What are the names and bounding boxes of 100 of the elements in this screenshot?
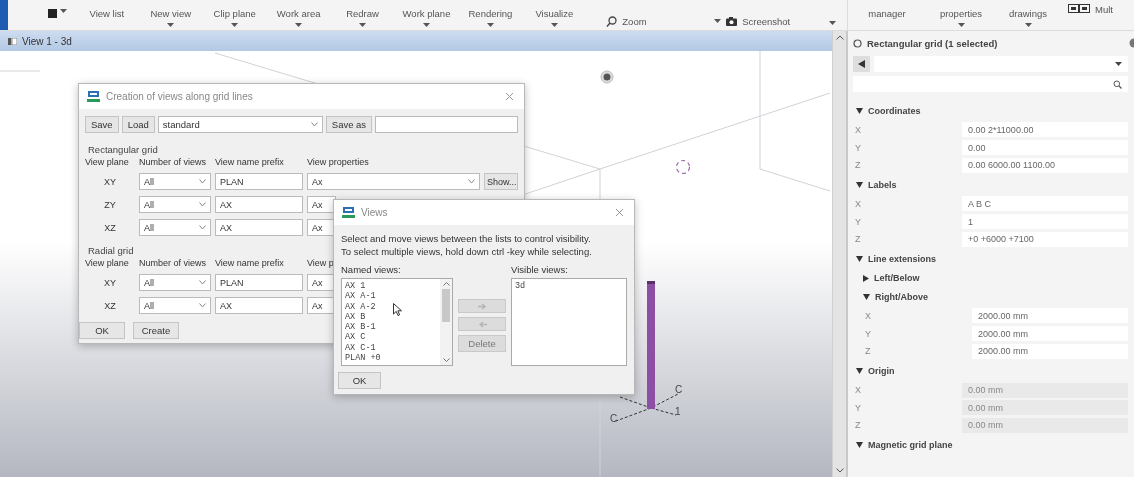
section-header[interactable]: Left/Below — [863, 270, 1134, 287]
property-value[interactable]: +0 +6000 +7100 — [962, 231, 1128, 247]
load-button[interactable]: Load — [121, 116, 155, 133]
list-item[interactable]: AX B — [344, 311, 438, 323]
close-button[interactable] — [613, 206, 626, 219]
chevron-down-icon — [468, 179, 475, 184]
toolbar-button[interactable]: Visualize — [522, 0, 587, 30]
help-icon — [1129, 38, 1134, 48]
grid-object-icon — [853, 38, 862, 48]
section-header[interactable]: Line extensions — [856, 251, 1134, 268]
prefix-field[interactable]: AX — [215, 297, 303, 314]
column-header: Number of views — [139, 258, 207, 268]
property-value: 0.00 mm — [962, 400, 1128, 416]
search-field[interactable] — [853, 76, 1128, 92]
column-header: View name prefix — [215, 157, 284, 167]
view-icon — [8, 37, 17, 45]
chevron-down-icon — [199, 303, 206, 308]
list-item[interactable]: AX A-1 — [344, 291, 438, 302]
property-value[interactable]: 2000.00 mm — [972, 308, 1128, 324]
mult-button[interactable]: Mult — [1060, 0, 1113, 30]
app-icon — [87, 91, 100, 102]
zoom-button[interactable]: Zoom — [586, 0, 707, 30]
count-dropdown[interactable]: All — [139, 297, 211, 314]
instruction-text: To select multiple views, hold down ctrl -key while selecting. — [341, 245, 593, 258]
property-label: Z — [864, 346, 872, 357]
search-icon — [606, 15, 618, 27]
square-icon — [47, 9, 57, 18]
prefix-field[interactable]: AX — [215, 219, 303, 236]
property-label: X — [864, 310, 872, 321]
property-value[interactable]: 0.00 2*11000.00 — [962, 122, 1128, 138]
toolbar-button[interactable]: Rendering — [458, 0, 523, 30]
section-title: Radial grid — [88, 245, 134, 256]
count-dropdown[interactable]: All — [139, 196, 211, 213]
list-item[interactable]: 3d — [514, 281, 624, 292]
chevron-down-icon — [310, 122, 318, 127]
scrollbar[interactable] — [440, 279, 452, 365]
create-button[interactable]: Create — [133, 322, 179, 339]
toolbar-button[interactable]: manager — [848, 0, 926, 30]
circle-dot-icon — [600, 70, 614, 84]
named-views-list[interactable]: AX 1 AX A-1 AX A-2 AX B AX B-1 AX C AX C-1 PLAN +0 — [341, 278, 453, 366]
section-header[interactable]: Labels — [856, 177, 1134, 194]
instruction-text: Select and move views between the lists to control visibility. — [341, 233, 592, 246]
section-header[interactable]: Coordinates — [856, 103, 1134, 119]
count-dropdown[interactable]: All — [139, 173, 211, 190]
dialog-title: Creation of views along grid lines — [106, 91, 254, 102]
property-value[interactable]: 2000.00 mm — [972, 343, 1128, 359]
save-as-button[interactable]: Save as — [325, 116, 373, 133]
toolbar-button[interactable]: View list — [74, 0, 139, 30]
property-value: 0.00 mm — [962, 382, 1128, 398]
list-label: Visible views: — [511, 264, 569, 275]
property-value: 0.00 mm — [962, 417, 1128, 433]
section-header[interactable]: Origin — [856, 363, 1134, 380]
show-button[interactable]: Show... — [484, 173, 518, 190]
prefix-field[interactable]: PLAN — [215, 274, 303, 291]
list-item[interactable]: AX 1 — [344, 281, 438, 292]
cursor-icon — [393, 303, 402, 316]
property-label: Z — [854, 160, 862, 171]
search-icon — [1113, 79, 1122, 89]
preset-dropdown[interactable]: standard — [157, 116, 323, 133]
save-as-field[interactable] — [375, 116, 518, 133]
section-header[interactable]: Magnetic grid plane — [856, 437, 1134, 454]
list-item[interactable]: AX B-1 — [344, 322, 438, 333]
count-dropdown[interactable]: All — [139, 274, 211, 291]
toolbar-button[interactable]: Work area — [266, 0, 331, 30]
ok-button[interactable]: OK — [338, 372, 381, 389]
toolbar-button[interactable]: Clip plane — [202, 0, 267, 30]
save-button[interactable]: Save — [85, 116, 119, 133]
close-icon — [615, 208, 624, 217]
accent-bar — [0, 0, 8, 30]
property-value[interactable]: A B C — [962, 196, 1128, 212]
visible-views-list[interactable]: 3d — [511, 278, 627, 366]
properties-dropdown[interactable]: Ax — [307, 173, 480, 190]
section-header[interactable]: Right/Above — [863, 289, 1134, 306]
back-button[interactable] — [853, 56, 870, 72]
toolbar-button[interactable]: Work plane — [394, 0, 459, 30]
property-value[interactable]: 0.00 6000.00 1100.00 — [962, 157, 1128, 173]
property-value[interactable]: 2000.00 mm — [972, 326, 1128, 342]
prefix-field[interactable]: AX — [215, 196, 303, 213]
dialog-title: Views — [361, 207, 389, 218]
list-item[interactable]: AX A-2 — [344, 301, 438, 312]
ok-button[interactable]: OK — [79, 322, 125, 339]
count-dropdown[interactable]: All — [139, 219, 211, 236]
column-header: View p — [307, 258, 334, 268]
property-value[interactable]: 1 — [962, 214, 1128, 230]
toolbar-button[interactable]: Redraw — [330, 0, 395, 30]
close-icon — [505, 92, 514, 101]
toolbar-button[interactable]: New view — [138, 0, 203, 30]
prefix-field[interactable]: PLAN — [215, 173, 303, 190]
toolbar-button[interactable]: drawings — [996, 0, 1060, 30]
toolbar-button[interactable]: properties — [926, 0, 996, 30]
close-button[interactable] — [503, 90, 516, 103]
list-item[interactable]: PLAN +0 — [344, 353, 438, 364]
screenshot-button[interactable]: Screenshot — [706, 0, 822, 30]
property-value[interactable]: 0.00 — [962, 140, 1128, 156]
scroll-down-icon[interactable] — [835, 468, 844, 473]
plane-label: XZ — [103, 222, 117, 233]
scroll-up-icon[interactable] — [835, 35, 844, 40]
list-item[interactable]: AX C — [344, 332, 438, 343]
window-pair-icon — [1068, 4, 1090, 13]
list-item[interactable]: AX C-1 — [344, 342, 438, 354]
